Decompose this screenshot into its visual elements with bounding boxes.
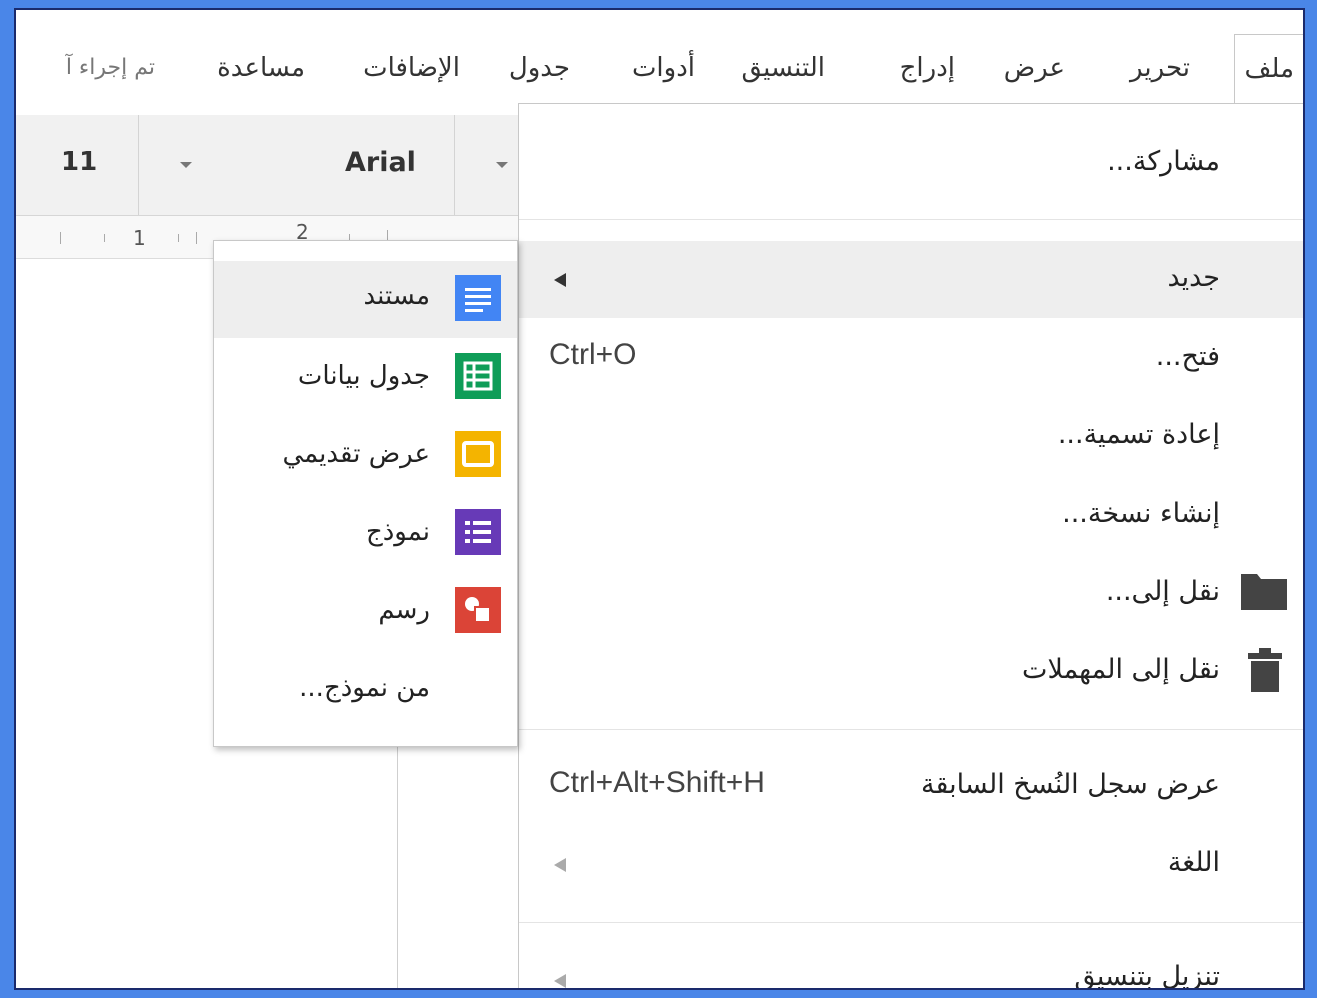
menu-insert[interactable]: إدراج	[900, 48, 955, 88]
menu-format[interactable]: التنسيق	[741, 48, 825, 88]
toolbar-divider	[138, 115, 139, 215]
last-edit-status[interactable]: تم إجراء آ	[66, 48, 155, 88]
menu-file[interactable]: ملف	[1233, 34, 1305, 114]
ruler-tick	[178, 234, 179, 242]
revision-shortcut: Ctrl+Alt+Shift+H	[549, 766, 765, 799]
font-size-select[interactable]: 11	[61, 147, 97, 177]
new-submenu: مستند جدول بيانات عرض تقديمي نموذج رسم م…	[213, 240, 518, 747]
menu-divider	[519, 219, 1305, 220]
menu-addons[interactable]: الإضافات	[363, 48, 460, 88]
menu-item-language[interactable]: اللغة	[1168, 847, 1220, 878]
folder-icon	[1241, 574, 1287, 610]
menu-item-open[interactable]: فتح...	[1156, 341, 1220, 372]
submenu-item-document-label: مستند	[363, 281, 430, 311]
menu-item-download-as[interactable]: تنزيل بتنسيق	[1074, 961, 1220, 992]
page-edge	[397, 742, 398, 992]
toolbar-divider	[454, 115, 455, 215]
sheets-icon	[455, 353, 501, 399]
menu-item-new-label: جديد	[1167, 262, 1220, 293]
menu-tools[interactable]: أدوات	[632, 48, 695, 88]
ruler-number: 1	[133, 226, 146, 250]
menu-divider	[519, 922, 1305, 923]
menu-item-rename[interactable]: إعادة تسمية...	[1058, 419, 1220, 450]
submenu-arrow-icon	[554, 273, 566, 287]
menu-item-revision-history[interactable]: عرض سجل النُسخ السابقة	[921, 769, 1220, 800]
trash-icon	[1248, 648, 1282, 692]
submenu-item-form[interactable]: نموذج	[366, 517, 430, 547]
ruler-tick	[104, 234, 105, 242]
menu-table[interactable]: جدول	[509, 48, 570, 88]
submenu-arrow-icon	[554, 858, 566, 872]
menu-view[interactable]: عرض	[1004, 48, 1065, 88]
submenu-item-from-template[interactable]: من نموذج...	[299, 673, 430, 703]
menu-edit[interactable]: تحرير	[1130, 48, 1190, 88]
menu-item-move-to[interactable]: نقل إلى...	[1106, 576, 1220, 607]
menu-item-move-to-trash[interactable]: نقل إلى المهملات	[1022, 654, 1220, 685]
submenu-item-drawing[interactable]: رسم	[378, 595, 430, 625]
font-family-select[interactable]: Arial	[345, 147, 416, 178]
submenu-item-spreadsheet[interactable]: جدول بيانات	[298, 361, 430, 391]
menu-help[interactable]: مساعدة	[217, 48, 305, 88]
menu-item-make-copy[interactable]: إنشاء نسخة...	[1062, 498, 1220, 529]
ruler-tick	[60, 232, 61, 244]
forms-icon	[455, 509, 501, 555]
menu-bar: ملف تحرير عرض إدراج التنسيق أدوات جدول ا…	[16, 10, 1305, 116]
toolbar: 11 Arial	[16, 115, 520, 216]
menu-divider	[519, 729, 1305, 730]
submenu-arrow-icon	[554, 974, 566, 988]
drawings-icon	[455, 587, 501, 633]
style-dropdown-icon[interactable]	[496, 162, 508, 168]
docs-icon	[455, 275, 501, 321]
open-shortcut: Ctrl+O	[549, 338, 637, 371]
slides-icon	[455, 431, 501, 477]
file-menu: مشاركة... جديد فتح... Ctrl+O إعادة تسمية…	[518, 103, 1305, 993]
ruler-tick	[196, 232, 197, 244]
font-size-dropdown-icon[interactable]	[180, 162, 192, 168]
menu-item-share[interactable]: مشاركة...	[1107, 146, 1220, 177]
submenu-item-presentation[interactable]: عرض تقديمي	[282, 439, 430, 469]
